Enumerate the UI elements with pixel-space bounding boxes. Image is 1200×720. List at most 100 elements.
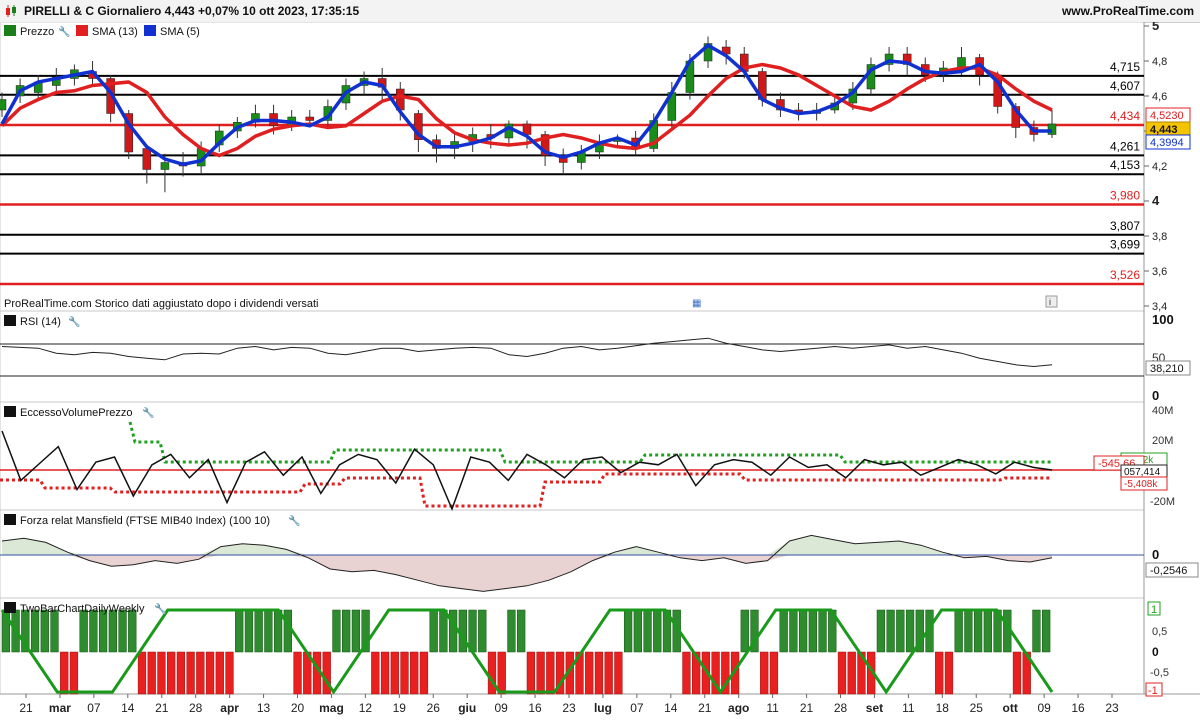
time-axis-label: 23: [562, 701, 576, 715]
calendar-icon[interactable]: ▦: [692, 298, 701, 309]
time-axis-label: 28: [834, 701, 848, 715]
price-axis-label: 3,8: [1152, 231, 1167, 243]
twobar-bar-down: [176, 651, 186, 695]
time-axis-label: 14: [664, 701, 678, 715]
twobar-bar-up: [740, 609, 749, 653]
twobar-bar-up: [235, 609, 244, 653]
twobar-bar-up: [964, 609, 973, 653]
time-axis-label: 28: [189, 701, 203, 715]
twobar-bar-down: [546, 651, 555, 695]
twobar-bar-down: [400, 651, 409, 695]
chart-title: PIRELLI & C Giornaliero 4,443 +0,07% 10 …: [24, 4, 360, 18]
twobar-bar-down: [410, 651, 419, 695]
twobar-bar-up: [818, 609, 827, 653]
twobar-bar-down: [215, 651, 224, 695]
twobar-bar-up: [886, 609, 895, 653]
twobar-bar-down: [186, 651, 195, 695]
wrench-icon[interactable]: 🔧: [142, 406, 154, 419]
twobar-bar-up: [1042, 609, 1051, 653]
twobar-bar-down: [205, 651, 215, 695]
price-axis-label: 4,2: [1152, 161, 1167, 173]
twobar-bar-up: [643, 609, 652, 653]
rsi-tick-0: 0: [1152, 388, 1159, 403]
price-level-label: 4,261: [1110, 139, 1140, 153]
twobar-bar-up: [507, 609, 516, 653]
twobar-bar-up: [351, 609, 361, 653]
twobar-bar-up: [458, 609, 467, 653]
sma5-legend-swatch: [144, 25, 156, 36]
info-icon[interactable]: [1045, 295, 1058, 308]
twobar-bar-up: [798, 609, 808, 653]
time-axis-label: 20: [291, 701, 305, 715]
site-link[interactable]: www.ProRealTime.com: [1062, 4, 1194, 18]
twobar-bar-up: [623, 609, 633, 653]
twobar-bar-down: [682, 651, 691, 695]
twobar-bar-down: [60, 651, 69, 695]
time-axis-label: 09: [494, 701, 508, 715]
twobar-bar-down: [167, 651, 176, 695]
twobar-bar-down: [614, 651, 623, 695]
chart-canvas[interactable]: 4,7154,6074,4344,2614,1533,9803,8073,699…: [0, 22, 1200, 720]
time-axis-label: 21: [155, 701, 169, 715]
twobar-bar-down: [1012, 651, 1022, 695]
twobar-bar-up: [478, 609, 487, 653]
time-axis-label: 09: [1037, 701, 1051, 715]
twobar-bar-down: [594, 651, 604, 695]
mansfield-tick-0: 0: [1152, 547, 1159, 562]
wrench-icon[interactable]: 🔧: [288, 514, 300, 527]
price-axis-label: 4,8: [1152, 56, 1167, 68]
twobar-tick-minus05: -0,5: [1150, 667, 1169, 679]
twobar-bar-down: [847, 651, 856, 695]
time-axis-label: mag: [319, 701, 344, 715]
twobar-bar-up: [973, 609, 983, 653]
sma13-legend-swatch: [76, 25, 88, 36]
twobar-bar-down: [390, 651, 399, 695]
price-axis-label: 3,6: [1152, 266, 1167, 278]
candle-body: [305, 116, 315, 121]
twobar-bar-up: [896, 609, 905, 653]
twobar-bar-down: [604, 651, 613, 695]
price-level-label: 3,526: [1110, 268, 1140, 282]
price-level-label: 4,434: [1110, 109, 1140, 123]
mansfield-value-text: -0,2546: [1150, 565, 1187, 577]
price-axis-label: 5: [1152, 22, 1159, 33]
twobar-bar-up: [808, 609, 817, 653]
twobar-bar-up: [40, 609, 49, 653]
wrench-icon[interactable]: 🔧: [68, 315, 80, 328]
twobar-bar-down: [196, 651, 205, 695]
twobar-tick-0: 0: [1152, 645, 1159, 659]
time-axis-label: 18: [936, 701, 950, 715]
price-level-label: 3,980: [1110, 189, 1140, 203]
price-level-label: 4,607: [1110, 79, 1140, 93]
twobar-bar-down: [837, 651, 847, 695]
twobar-bar-up: [332, 609, 341, 653]
twobar-bar-down: [147, 651, 156, 695]
price-axis-label: 4: [1152, 193, 1160, 208]
time-axis-label: ago: [728, 701, 749, 715]
twobar-bar-up: [789, 609, 798, 653]
wrench-icon[interactable]: 🔧: [154, 602, 166, 615]
twobar-bar-up: [448, 609, 458, 653]
twobar-bar-up: [283, 609, 292, 653]
rsi-value-text: 38,210: [1150, 363, 1184, 375]
time-axis-label: apr: [220, 701, 239, 715]
twobar-bar-up: [50, 609, 59, 653]
twobar-bar-up: [89, 609, 98, 653]
price-legend-label: Prezzo: [20, 26, 54, 38]
rsi-tick-100: 100: [1152, 312, 1174, 327]
time-axis-label: 11: [766, 701, 779, 715]
time-axis-label: 07: [630, 701, 644, 715]
mansfield-legend-label: Forza relat Mansfield (FTSE MIB40 Index)…: [20, 515, 270, 527]
wrench-icon[interactable]: 🔧: [58, 25, 70, 38]
twobar-tick-05: 0,5: [1152, 626, 1167, 638]
evp-legend-swatch: [4, 406, 16, 417]
twobar-bar-up: [342, 609, 351, 653]
time-axis-label: 21: [19, 701, 33, 715]
twobar-bar-down: [293, 651, 302, 695]
time-axis-label: giu: [458, 701, 476, 715]
time-axis-label: lug: [594, 701, 612, 715]
twobar-bar-down: [137, 651, 147, 695]
chart-header: PIRELLI & C Giornaliero 4,443 +0,07% 10 …: [0, 0, 1200, 23]
candlestick-icon: [6, 5, 16, 17]
twobar-bar-up: [876, 609, 886, 653]
